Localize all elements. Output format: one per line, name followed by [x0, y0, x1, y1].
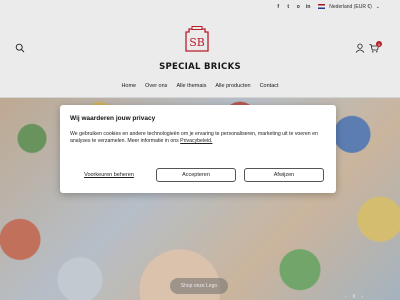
cookie-consent-dialog: Wij waarderen jouw privacy We gebruiken … — [60, 105, 336, 193]
cookie-title: Wij waarderen jouw privacy — [70, 115, 156, 122]
privacy-policy-link[interactable]: Privacybeleid. — [180, 138, 212, 144]
cookie-text: We gebruiken cookies en andere technolog… — [70, 131, 326, 145]
accept-button[interactable]: Accepteren — [156, 168, 236, 182]
reject-button[interactable]: Afwijzen — [244, 168, 324, 182]
cookie-buttons: Voorkeuren beheren Accepteren Afwijzen — [70, 168, 326, 182]
manage-preferences-button[interactable]: Voorkeuren beheren — [70, 168, 148, 182]
